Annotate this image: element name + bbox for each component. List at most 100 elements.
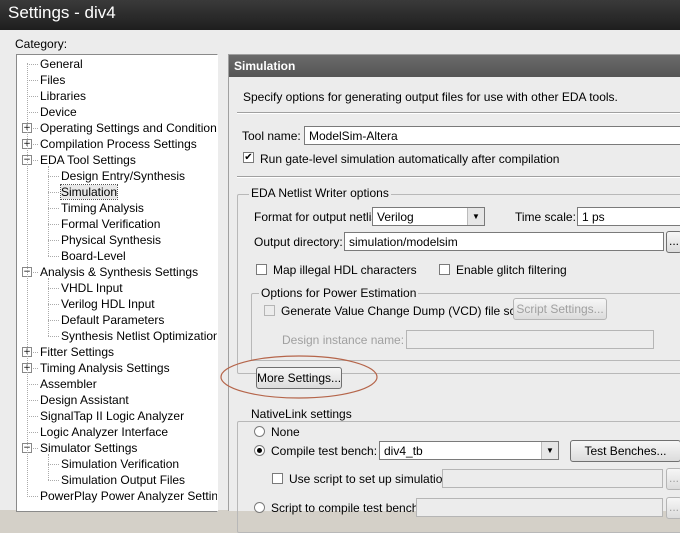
netlist-writer-group-title: EDA Netlist Writer options	[249, 186, 391, 200]
use-script-browse-button[interactable]: ...	[666, 468, 680, 490]
design-instance-field[interactable]	[406, 330, 654, 349]
script-compile-field[interactable]	[416, 498, 663, 517]
settings-panel: Simulation Specify options for generatin…	[228, 54, 680, 533]
panel-header-title: Simulation	[234, 59, 296, 73]
tree-item[interactable]: Formal Verification	[61, 216, 160, 232]
tree-connector	[27, 496, 38, 497]
output-dir-field[interactable]: simulation/modelsim	[344, 232, 664, 251]
vcd-label[interactable]: Generate Value Change Dump (VCD) file sc…	[281, 304, 532, 318]
tree-item[interactable]: Simulator Settings	[40, 440, 137, 456]
tree-item-label: Compilation Process Settings	[40, 137, 197, 151]
title-bar: Settings - div4	[0, 0, 680, 30]
compile-tb-value: div4_tb	[384, 444, 423, 458]
tree-connector	[27, 80, 38, 81]
timescale-select[interactable]: 1 ps	[577, 207, 680, 226]
tree-connector	[48, 192, 59, 193]
test-benches-button[interactable]: Test Benches...	[570, 440, 680, 462]
tree-connector	[27, 416, 38, 417]
separator	[237, 112, 680, 114]
tree-item-label: Assembler	[40, 377, 97, 391]
tree-item[interactable]: Libraries	[40, 88, 86, 104]
use-script-field[interactable]	[442, 469, 663, 488]
design-instance-label: Design instance name:	[282, 333, 405, 347]
tree-item[interactable]: Board-Level	[61, 248, 126, 264]
tree-connector	[27, 384, 38, 385]
power-estimation-group-title: Options for Power Estimation	[259, 286, 419, 300]
format-select[interactable]: Verilog ▼	[372, 207, 485, 226]
panel-description: Specify options for generating output fi…	[243, 90, 618, 104]
tree-item[interactable]: Fitter Settings	[40, 344, 114, 360]
use-script-checkbox[interactable]	[272, 473, 283, 484]
tree-connector	[48, 176, 59, 177]
tree-item[interactable]: SignalTap II Logic Analyzer	[40, 408, 184, 424]
tree-item[interactable]: Logic Analyzer Interface	[40, 424, 168, 440]
tree-item-label: Design Entry/Synthesis	[61, 169, 186, 183]
compile-tb-label[interactable]: Compile test bench:	[271, 444, 377, 458]
chevron-down-icon[interactable]: ▼	[467, 208, 484, 225]
tree-connector	[48, 480, 59, 481]
tree-item[interactable]: EDA Tool Settings	[40, 152, 136, 168]
tree-item[interactable]: Assembler	[40, 376, 97, 392]
tree-item-label: PowerPlay Power Analyzer Settings	[40, 489, 218, 503]
tree-connector	[48, 240, 59, 241]
tree-item[interactable]: Operating Settings and Conditions	[40, 120, 217, 136]
run-gate-level-checkbox[interactable]: ✔	[243, 152, 254, 163]
tree-item[interactable]: General	[40, 56, 83, 72]
compile-tb-select[interactable]: div4_tb ▼	[379, 441, 559, 460]
run-gate-level-label[interactable]: Run gate-level simulation automatically …	[260, 152, 559, 166]
tree-item[interactable]: Timing Analysis	[61, 200, 144, 216]
tree-item[interactable]: VHDL Input	[61, 280, 123, 296]
tree-item-label: Fitter Settings	[40, 345, 115, 359]
tree-item[interactable]: Simulation Verification	[61, 456, 179, 472]
tree-connector	[27, 400, 38, 401]
tree-item-label: Physical Synthesis	[61, 233, 162, 247]
tree-item[interactable]: Physical Synthesis	[61, 232, 161, 248]
tree-item[interactable]: Simulation	[59, 184, 119, 200]
map-illegal-checkbox[interactable]	[256, 264, 267, 275]
tree-item[interactable]: Analysis & Synthesis Settings	[40, 264, 198, 280]
tree-item[interactable]: Design Entry/Synthesis	[61, 168, 185, 184]
tree-item[interactable]: Files	[40, 72, 65, 88]
script-compile-radio[interactable]	[254, 502, 265, 513]
tool-name-field[interactable]: ModelSim-Altera	[304, 126, 680, 145]
tree-item-label: Simulation Output Files	[61, 473, 186, 487]
browse-button[interactable]: ...	[666, 231, 680, 253]
tree-item[interactable]: Design Assistant	[40, 392, 129, 408]
tree-item[interactable]: Timing Analysis Settings	[40, 360, 170, 376]
script-compile-browse-button[interactable]: ...	[666, 497, 680, 519]
none-radio[interactable]	[254, 426, 265, 437]
tree-connector	[48, 166, 49, 256]
map-illegal-label[interactable]: Map illegal HDL characters	[273, 263, 417, 277]
script-compile-label[interactable]: Script to compile test bench:	[271, 501, 422, 515]
tree-connector	[27, 96, 38, 97]
tree-item-label: Timing Analysis Settings	[40, 361, 170, 375]
category-tree[interactable]: General Files Libraries Device Operating Set…	[16, 54, 218, 512]
tree-connector	[48, 278, 49, 336]
tree-item-label: Files	[40, 73, 66, 87]
vcd-checkbox[interactable]	[264, 305, 275, 316]
tree-item[interactable]: Simulation Output Files	[61, 472, 185, 488]
tree-item[interactable]: Compilation Process Settings	[40, 136, 197, 152]
checkmark-icon: ✔	[244, 152, 253, 163]
tree-item-label: EDA Tool Settings	[40, 153, 136, 167]
tree-item[interactable]: Default Parameters	[61, 312, 164, 328]
tree-item-label: General	[40, 57, 83, 71]
tree-item[interactable]: Synthesis Netlist Optimizations	[61, 328, 218, 344]
tree-item-label: Simulation Verification	[61, 457, 180, 471]
tree-item-label: Formal Verification	[61, 217, 161, 231]
chevron-down-icon[interactable]: ▼	[541, 442, 558, 459]
tree-connector	[48, 256, 59, 257]
use-script-label[interactable]: Use script to set up simulation:	[289, 472, 452, 486]
tree-item-label: Device	[40, 105, 77, 119]
enable-glitch-label[interactable]: Enable glitch filtering	[456, 263, 567, 277]
enable-glitch-checkbox[interactable]	[439, 264, 450, 275]
tree-item[interactable]: Verilog HDL Input	[61, 296, 155, 312]
none-label[interactable]: None	[271, 425, 300, 439]
window-title: Settings - div4	[8, 3, 116, 22]
script-settings-button[interactable]: Script Settings...	[513, 298, 607, 320]
tree-item-label: Synthesis Netlist Optimizations	[61, 329, 218, 343]
tree-item[interactable]: Device	[40, 104, 77, 120]
tree-item-label: Simulator Settings	[40, 441, 138, 455]
tree-item[interactable]: PowerPlay Power Analyzer Settings	[40, 488, 218, 504]
compile-tb-radio[interactable]	[254, 445, 265, 456]
